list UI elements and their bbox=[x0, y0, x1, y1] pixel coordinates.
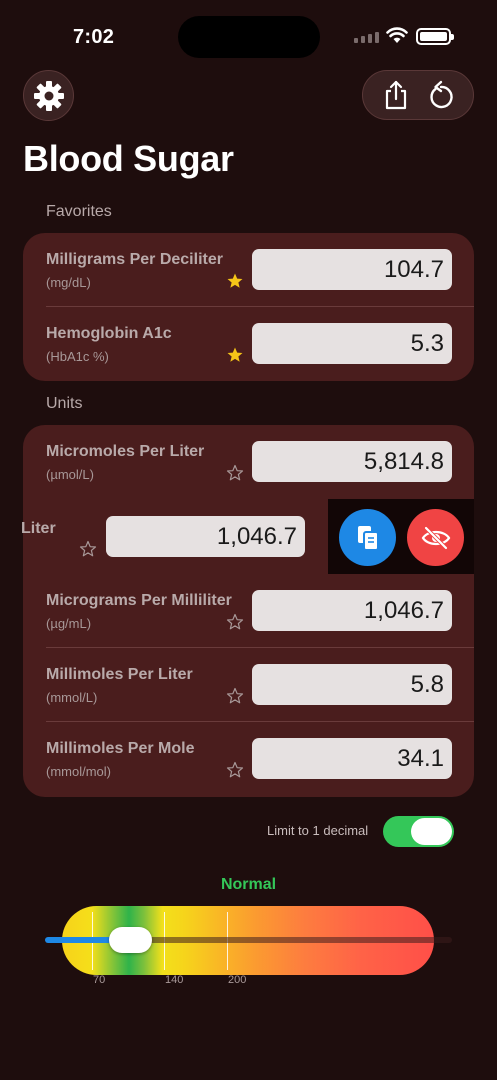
copy-button[interactable] bbox=[339, 509, 396, 566]
unit-name: Millimoles Per Mole bbox=[46, 740, 195, 757]
unit-abbreviation: (µmol/L) bbox=[46, 467, 94, 482]
range-status: Normal bbox=[220, 876, 277, 893]
list-item-mmol-mol: Millimoles Per Mole (mmol/mol) 34.1 bbox=[23, 722, 474, 796]
unit-name: Micrograms Per Milliliter bbox=[46, 592, 232, 609]
unit-name: Millimoles Per Liter bbox=[46, 666, 193, 683]
units-header: Units bbox=[46, 395, 83, 412]
copy-icon bbox=[357, 525, 379, 551]
value-field[interactable]: 5.8 bbox=[252, 664, 452, 705]
slider-thumb[interactable] bbox=[109, 927, 152, 953]
tick-label: 140 bbox=[165, 974, 184, 986]
eye-slash-icon bbox=[421, 526, 450, 549]
value-field[interactable]: 5,814.8 bbox=[252, 441, 452, 482]
tick-label: 70 bbox=[93, 974, 106, 986]
battery-icon bbox=[416, 28, 454, 45]
swipe-actions bbox=[328, 499, 474, 574]
toggle-knob bbox=[411, 818, 452, 845]
clock-time: 7:02 bbox=[73, 26, 115, 48]
unit-name: Micromoles Per Liter bbox=[46, 443, 205, 460]
decimal-toggle[interactable] bbox=[383, 816, 454, 847]
reset-button[interactable] bbox=[423, 77, 459, 113]
list-item-umol-l: Micromoles Per Liter (µmol/L) 5,814.8 bbox=[23, 425, 474, 499]
reset-icon bbox=[429, 80, 453, 109]
dynamic-island bbox=[178, 16, 320, 58]
value-field[interactable]: 5.3 bbox=[252, 323, 452, 364]
star-outline-icon[interactable] bbox=[79, 540, 97, 558]
unit-name: Liter bbox=[21, 520, 56, 537]
cellular-signal-icon bbox=[354, 32, 379, 43]
value-field[interactable]: 1,046.7 bbox=[106, 516, 305, 557]
star-outline-icon[interactable] bbox=[226, 464, 244, 482]
settings-button[interactable] bbox=[23, 70, 74, 121]
page-title: Blood Sugar bbox=[23, 138, 234, 179]
gear-icon bbox=[33, 80, 64, 111]
value-field[interactable]: 1,046.7 bbox=[252, 590, 452, 631]
units-card: Micromoles Per Liter (µmol/L) 5,814.8 Mi… bbox=[23, 425, 474, 797]
star-outline-icon[interactable] bbox=[226, 761, 244, 779]
star-outline-icon[interactable] bbox=[226, 613, 244, 631]
star-outline-icon[interactable] bbox=[226, 687, 244, 705]
unit-abbreviation: (HbA1c %) bbox=[46, 349, 109, 364]
hide-button[interactable] bbox=[407, 509, 464, 566]
list-item-mmol-l: Millimoles Per Liter (mmol/L) 5.8 bbox=[23, 648, 474, 722]
tick-label: 200 bbox=[228, 974, 247, 986]
unit-abbreviation: (mmol/mol) bbox=[46, 764, 111, 779]
star-filled-icon[interactable] bbox=[226, 346, 244, 364]
list-item-mg-dl: Milligrams Per Deciliter (mg/dL) 104.7 bbox=[23, 233, 474, 307]
wifi-icon bbox=[386, 27, 408, 43]
value-field[interactable]: 104.7 bbox=[252, 249, 452, 290]
unit-abbreviation: (µg/mL) bbox=[46, 616, 92, 631]
star-filled-icon[interactable] bbox=[226, 272, 244, 290]
decimal-toggle-label: Limit to 1 decimal bbox=[267, 823, 369, 838]
share-button[interactable] bbox=[378, 77, 414, 113]
list-item-hba1c: Hemoglobin A1c (HbA1c %) 5.3 bbox=[23, 307, 474, 381]
action-toolbar bbox=[362, 70, 474, 120]
favorites-card: Milligrams Per Deciliter (mg/dL) 104.7 H… bbox=[23, 233, 474, 381]
unit-name: Milligrams Per Deciliter bbox=[46, 251, 223, 268]
list-item-ug-ml: Micrograms Per Milliliter (µg/mL) 1,046.… bbox=[23, 574, 474, 648]
unit-abbreviation: (mg/dL) bbox=[46, 275, 91, 290]
value-field[interactable]: 34.1 bbox=[252, 738, 452, 779]
share-icon bbox=[385, 80, 406, 110]
status-bar: 7:02 bbox=[0, 0, 497, 72]
favorites-header: Favorites bbox=[46, 203, 112, 220]
unit-abbreviation: (mmol/L) bbox=[46, 690, 98, 705]
unit-name: Hemoglobin A1c bbox=[46, 325, 172, 342]
